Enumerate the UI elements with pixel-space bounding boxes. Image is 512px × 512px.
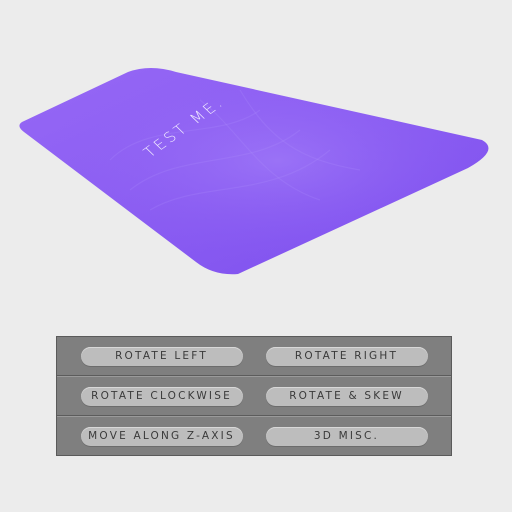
control-row: ROTATE LEFT ROTATE RIGHT (57, 337, 451, 376)
3d-misc-button[interactable]: 3D MISC. (265, 426, 428, 446)
control-row: MOVE ALONG Z-AXIS 3D MISC. (57, 416, 451, 455)
demo-stage: TEST ME. ROTATE LEFT ROTATE RIGHT ROTATE… (0, 0, 512, 512)
rotate-left-button[interactable]: ROTATE LEFT (80, 346, 243, 366)
card-texture (19, 68, 489, 275)
transformed-card: TEST ME. (19, 68, 489, 275)
rotate-right-button[interactable]: ROTATE RIGHT (265, 346, 428, 366)
control-row: ROTATE CLOCKWISE ROTATE & SKEW (57, 376, 451, 416)
rotate-and-skew-button[interactable]: ROTATE & SKEW (265, 386, 428, 406)
rotate-clockwise-button[interactable]: ROTATE CLOCKWISE (80, 386, 243, 406)
move-along-z-axis-button[interactable]: MOVE ALONG Z-AXIS (80, 426, 243, 446)
control-panel: ROTATE LEFT ROTATE RIGHT ROTATE CLOCKWIS… (56, 336, 452, 456)
